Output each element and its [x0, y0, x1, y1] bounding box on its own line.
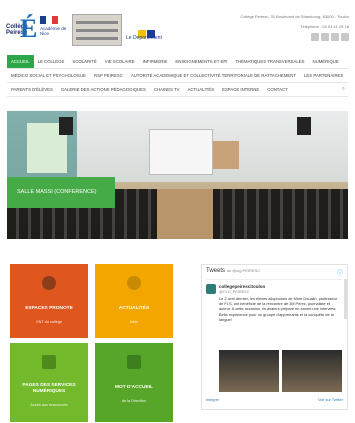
nav-item[interactable]: PARENTS D'ÉLÈVES: [7, 83, 57, 96]
tweet-handle[interactable]: @CLG_PEIRESC: [219, 290, 249, 294]
nav-item[interactable]: THÉMATIQUES TRANSVERSALES: [231, 55, 308, 68]
nav-item[interactable]: LES PARTENAIRES: [300, 69, 347, 82]
view-on-twitter-link[interactable]: Voir sur Twitter: [318, 398, 343, 402]
nav-item[interactable]: VIE SCOLAIRE: [101, 55, 139, 68]
twitter-widget[interactable]: Tweets de @clg.PEIRESC ⓘ collegepeiresci…: [201, 264, 348, 410]
nav-item[interactable]: ACTUALITÉS: [184, 83, 219, 96]
tweet-text: Le 2 avril dernier, les élèves allophone…: [219, 296, 338, 322]
tile-mot-accueil[interactable]: MOT D'ACCUEIL de la Direction: [95, 343, 173, 422]
twitter-widget-title: Tweets de @clg.PEIRESC: [206, 268, 261, 274]
nav-item[interactable]: SCOLARITÉ: [68, 55, 100, 68]
hero-slideshow[interactable]: [7, 111, 348, 239]
nav-item[interactable]: GALERIE DES ACTIONS PÉDAGOGIQUES: [57, 83, 150, 96]
email-icon[interactable]: [331, 33, 339, 41]
school-phone: Téléphone : 04 94 41 28 18: [300, 24, 349, 29]
nav-item[interactable]: LE COLLÈGE: [34, 55, 69, 68]
search-icon[interactable]: ⌕: [342, 86, 348, 93]
nav-item[interactable]: ENSEIGNEMENTS ET EPI: [171, 55, 231, 68]
departement-logo[interactable]: Le Département: [126, 25, 172, 45]
french-flag-icon: [40, 16, 58, 24]
school-address: Collège Peiresc, 31 Boulevard de Strasbo…: [240, 14, 349, 19]
nav-item[interactable]: CONTACT: [263, 83, 291, 96]
main-navigation: ACCUEIL LE COLLÈGE SCOLARITÉ VIE SCOLAIRE IN…: [7, 55, 348, 97]
nav-row: ACCUEIL LE COLLÈGE SCOLARITÉ VIE SCOLAIRE IN…: [7, 55, 348, 69]
nav-item[interactable]: CHAINES TV: [150, 83, 184, 96]
nav-item[interactable]: NUMÉRIQUE: [309, 55, 343, 68]
hero-board: [213, 141, 239, 169]
tweet-image[interactable]: [282, 350, 342, 392]
hero-caption[interactable]: SALLE MASSI (CONFERENCE): [7, 177, 115, 208]
building-logo: [72, 14, 122, 46]
tweet-username[interactable]: collegepeirescitoulon: [219, 284, 265, 289]
nav-row: MÉDICO SOCIAL ET PSYCHOLOGUE RSP PEIRESC A…: [7, 69, 348, 83]
computer-icon: [42, 355, 56, 369]
check-icon: [127, 276, 141, 290]
nav-item[interactable]: INFIRMERIE: [139, 55, 172, 68]
academie-logo-text: Académie de Nice: [40, 26, 67, 36]
departement-mark-icon: [138, 25, 156, 38]
print-icon[interactable]: [341, 33, 349, 41]
tile-actualites[interactable]: ACTUALITÉS Infos: [95, 264, 173, 338]
academie-logo[interactable]: Académie de Nice: [40, 16, 70, 42]
twitter-scrollbar[interactable]: [344, 279, 347, 319]
tweet[interactable]: collegepeirescitoulon @CLG_PEIRESC Le 2 …: [206, 279, 343, 392]
document-icon: [127, 355, 141, 369]
facebook-icon[interactable]: [311, 33, 319, 41]
twitter-footer: Intégrer Voir sur Twitter: [206, 398, 343, 406]
college-logo[interactable]: Collège Peiresc É: [6, 14, 38, 44]
tweet-image[interactable]: [219, 350, 279, 392]
college-logo-e-icon: É: [20, 14, 38, 43]
social-links: [311, 33, 349, 41]
nav-row: PARENTS D'ÉLÈVES GALERIE DES ACTIONS PÉDA…: [7, 83, 348, 97]
nav-item[interactable]: ESPACE INTERNE: [218, 83, 263, 96]
avatar[interactable]: [206, 284, 216, 294]
site-header: Collège Peiresc É Académie de Nice Le Dé…: [0, 0, 355, 52]
nav-item[interactable]: MÉDICO SOCIAL ET PSYCHOLOGUE: [7, 69, 90, 82]
nav-item[interactable]: AUTORITÉ ACADÉMIQUE ET COLLECTIVITÉ TERR…: [127, 69, 300, 82]
embed-link[interactable]: Intégrer: [206, 398, 219, 402]
nav-item[interactable]: RSP PEIRESC: [90, 69, 127, 82]
hero-projection-screen: [149, 129, 213, 175]
nav-item[interactable]: ACCUEIL: [7, 55, 34, 68]
twitter-icon[interactable]: [321, 33, 329, 41]
tile-services-numeriques[interactable]: PAGES DES SERVICES NUMÉRIQUES Accès aux …: [10, 343, 88, 422]
tile-espaces-pronote[interactable]: ESPACES PRONOTE CNT du collège: [10, 264, 88, 338]
twitter-bird-icon: ⓘ: [336, 271, 343, 277]
departement-logo-text: Le Département: [126, 35, 162, 41]
pronote-icon: [42, 276, 56, 290]
